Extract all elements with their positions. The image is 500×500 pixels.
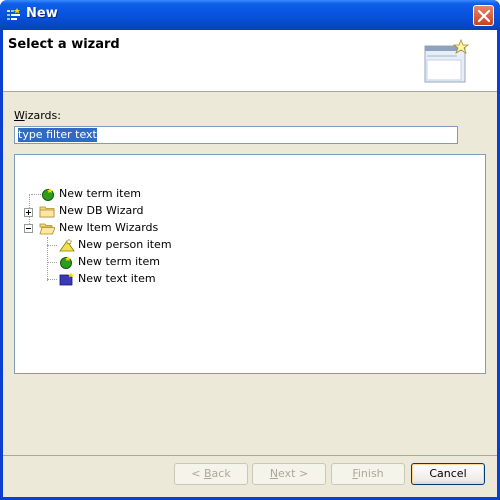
dialog-body: Select a wizard Wizards: type filter tex… (3, 30, 497, 497)
new-wizard-dialog: New Select a wizard Wizards: type filter… (0, 0, 500, 500)
cancel-button[interactable]: Cancel (411, 463, 485, 485)
text-item-icon (59, 272, 74, 286)
tree-item-new-term-item-child[interactable]: New term item (15, 254, 315, 270)
folder-open-icon (39, 223, 55, 235)
close-button[interactable] (473, 5, 494, 26)
new-wizard-banner-icon (424, 38, 470, 83)
wizard-app-icon (6, 7, 22, 23)
tree-item-new-db-wizard[interactable]: New DB Wizard (15, 203, 315, 219)
filter-input[interactable]: type filter text (14, 126, 458, 144)
folder-icon (39, 206, 55, 218)
footer-divider (3, 455, 497, 456)
tree-item-new-person-item[interactable]: New person item (15, 237, 315, 253)
wizard-tree[interactable]: New term item New DB Wizard New Item Wiz… (14, 154, 486, 374)
finish-button[interactable]: Finish (331, 463, 405, 485)
tree-item-new-term-item[interactable]: New term item (15, 186, 315, 202)
filter-text-selected: type filter text (18, 128, 97, 142)
tree-item-label: New Item Wizards (59, 221, 159, 234)
page-title: Select a wizard (8, 37, 120, 52)
next-button[interactable]: Next > (252, 463, 326, 485)
term-item-icon (42, 188, 54, 201)
close-icon (477, 9, 491, 23)
tree-item-label: New DB Wizard (59, 204, 144, 217)
tree-item-label: New term item (59, 187, 141, 200)
back-button[interactable]: < Back (174, 463, 248, 485)
person-item-icon (59, 238, 75, 252)
term-item-icon (60, 256, 72, 269)
wizards-label: Wizards: (14, 109, 61, 122)
tree-item-label: New text item (78, 272, 156, 285)
title-bar[interactable]: New (0, 0, 500, 30)
tree-item-label: New person item (78, 238, 172, 251)
tree-item-new-text-item[interactable]: New text item (15, 271, 315, 287)
wizard-header: Select a wizard (3, 30, 497, 92)
window-title: New (26, 6, 58, 21)
tree-item-new-item-wizards[interactable]: New Item Wizards (15, 220, 315, 236)
tree-item-label: New term item (78, 255, 160, 268)
